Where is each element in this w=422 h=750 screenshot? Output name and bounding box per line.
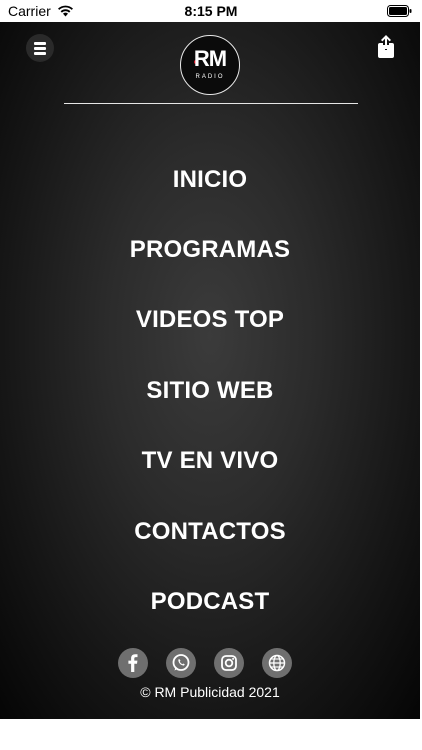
logo-text: RM (193, 46, 227, 71)
share-icon[interactable] (375, 34, 397, 60)
copyright-text: © RM Publicidad 2021 (140, 684, 280, 700)
menu-bar (34, 47, 46, 50)
nav-item-podcast[interactable]: PODCAST (0, 588, 420, 616)
whatsapp-icon[interactable] (166, 648, 196, 678)
globe-icon[interactable] (262, 648, 292, 678)
logo-subtext: RADIO (195, 74, 225, 80)
menu-bar (34, 42, 46, 45)
status-bar: Carrier 8:15 PM (0, 0, 422, 22)
nav-item-videos-top[interactable]: VIDEOS TOP (0, 306, 420, 334)
clock: 8:15 PM (184, 3, 238, 19)
nav-item-contactos[interactable]: CONTACTOS (0, 518, 420, 546)
hamburger-icon[interactable] (26, 34, 54, 62)
instagram-icon[interactable] (214, 648, 244, 678)
nav-item-tv-en-vivo[interactable]: TV EN VIVO (0, 447, 420, 475)
nav-item-sitio-web[interactable]: SITIO WEB (0, 377, 420, 405)
nav-item-inicio[interactable]: INICIO (0, 166, 420, 194)
menu-bar (34, 52, 46, 55)
bottom-safe-area (0, 719, 422, 750)
battery-icon (387, 5, 412, 17)
facebook-icon[interactable] (118, 648, 148, 678)
header-divider (64, 103, 358, 104)
nav-item-programas[interactable]: PROGRAMAS (0, 236, 420, 264)
app-panel: RM RADIO INICIO PROGRAMAS VIDEOS TOP SIT… (0, 22, 420, 719)
logo: RM RADIO (180, 35, 240, 95)
